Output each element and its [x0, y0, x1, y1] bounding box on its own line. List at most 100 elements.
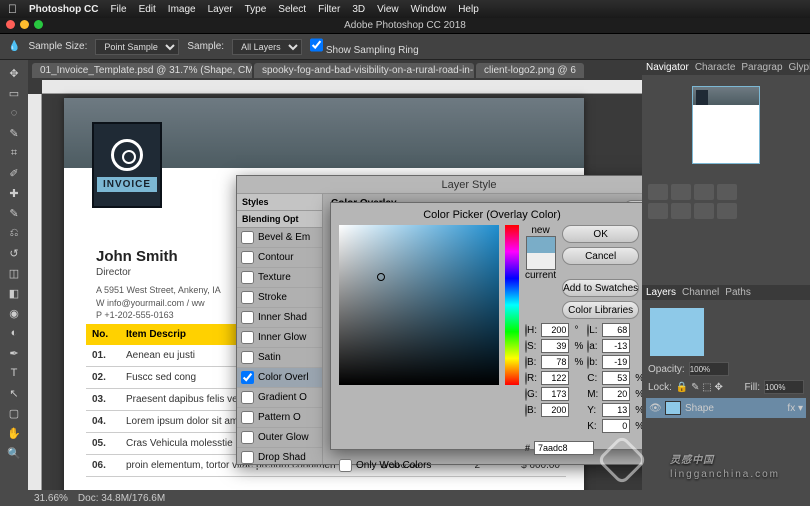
blur-tool-icon[interactable]: ◉	[4, 304, 24, 322]
adj-icon[interactable]	[648, 184, 668, 200]
menu-app[interactable]: Photoshop CC	[29, 4, 98, 15]
opacity-input[interactable]	[689, 362, 729, 376]
pen-tool-icon[interactable]: ✒	[4, 344, 24, 362]
only-web-colors-checkbox[interactable]: Only Web Colors	[339, 459, 642, 472]
ls-option[interactable]: Outer Glow	[237, 428, 322, 448]
paragraph-tab[interactable]: Paragrap	[741, 62, 782, 73]
blue-input[interactable]	[541, 403, 569, 417]
menu-edit[interactable]: Edit	[139, 4, 156, 15]
l-radio[interactable]	[587, 324, 589, 337]
eyedropper-tool-icon[interactable]: 💧	[8, 41, 20, 52]
fill-input[interactable]	[764, 380, 804, 394]
layer-row-shape[interactable]: 👁 Shape fx ▾	[646, 398, 806, 418]
rectangle-tool-icon[interactable]: ▢	[4, 404, 24, 422]
ls-option[interactable]: Contour	[237, 248, 322, 268]
menu-file[interactable]: File	[110, 4, 126, 15]
c-input[interactable]	[602, 371, 630, 385]
s-input[interactable]	[541, 339, 569, 353]
character-tab[interactable]: Characte	[695, 62, 736, 73]
b-radio[interactable]	[525, 356, 527, 369]
healing-tool-icon[interactable]: ✚	[4, 184, 24, 202]
ls-option[interactable]: Gradient O	[237, 388, 322, 408]
ls-option[interactable]: Texture	[237, 268, 322, 288]
channels-tab[interactable]: Channel	[682, 287, 719, 298]
bv-radio[interactable]	[525, 404, 527, 417]
sample-size-select[interactable]: Point Sample	[95, 39, 179, 55]
type-tool-icon[interactable]: T	[4, 364, 24, 382]
apple-menu-icon[interactable]: 	[8, 2, 17, 16]
paths-tab[interactable]: Paths	[725, 287, 751, 298]
color-field[interactable]	[339, 225, 499, 385]
zoom-readout[interactable]: 31.66%	[34, 493, 68, 504]
visibility-eye-icon[interactable]: 👁	[649, 403, 661, 414]
hue-slider[interactable]	[505, 225, 519, 385]
menu-help[interactable]: Help	[458, 4, 479, 15]
history-brush-tool-icon[interactable]: ↺	[4, 244, 24, 262]
cp-ok-button[interactable]: OK	[562, 225, 639, 243]
hex-input[interactable]	[534, 441, 594, 455]
adj-icon[interactable]	[671, 203, 691, 219]
menu-type[interactable]: Type	[245, 4, 267, 15]
y-input[interactable]	[602, 403, 630, 417]
menu-window[interactable]: Window	[411, 4, 447, 15]
b2-input[interactable]	[602, 355, 630, 369]
dodge-tool-icon[interactable]: ◐	[4, 324, 24, 342]
adj-icon[interactable]	[717, 184, 737, 200]
navigator-tab[interactable]: Navigator	[646, 62, 689, 73]
close-window-icon[interactable]	[6, 20, 15, 29]
glyphs-tab[interactable]: Glyphs	[789, 62, 810, 73]
show-sampling-ring-checkbox[interactable]: Show Sampling Ring	[310, 37, 419, 56]
r-radio[interactable]	[525, 372, 527, 385]
crop-tool-icon[interactable]: ⌗	[4, 144, 24, 162]
ls-option[interactable]: Pattern O	[237, 408, 322, 428]
adj-icon[interactable]	[694, 203, 714, 219]
color-cursor-icon[interactable]	[377, 273, 385, 281]
k-input[interactable]	[602, 419, 630, 433]
lasso-tool-icon[interactable]: ◌	[4, 104, 24, 122]
color-picker-dialog[interactable]: Color Picker (Overlay Color) new current…	[330, 202, 642, 450]
menu-layer[interactable]: Layer	[208, 4, 233, 15]
ls-option[interactable]: Stroke	[237, 288, 322, 308]
ls-option[interactable]: Inner Shad	[237, 308, 322, 328]
h-input[interactable]	[541, 323, 569, 337]
bright-input[interactable]	[541, 355, 569, 369]
ls-option[interactable]: Satin	[237, 348, 322, 368]
l-input[interactable]	[602, 323, 630, 337]
cp-add-swatches-button[interactable]: Add to Swatches	[562, 279, 639, 297]
a-radio[interactable]	[587, 340, 589, 353]
navigator-panel[interactable]	[642, 75, 810, 175]
cp-color-libraries-button[interactable]: Color Libraries	[562, 301, 639, 319]
ls-option[interactable]: Color Overl	[237, 368, 322, 388]
m-input[interactable]	[602, 387, 630, 401]
brush-tool-icon[interactable]: ✎	[4, 204, 24, 222]
quick-select-tool-icon[interactable]: ✎	[4, 124, 24, 142]
menu-filter[interactable]: Filter	[318, 4, 340, 15]
zoom-window-icon[interactable]	[34, 20, 43, 29]
zoom-tool-icon[interactable]: 🔍	[4, 444, 24, 462]
g-input[interactable]	[541, 387, 569, 401]
cp-cancel-button[interactable]: Cancel	[562, 247, 639, 265]
doc-tab-2[interactable]: spooky-fog-and-bad-visibility-on-a-rural…	[254, 63, 474, 78]
adj-icon[interactable]	[717, 203, 737, 219]
ls-option[interactable]: Inner Glow	[237, 328, 322, 348]
lock-icons[interactable]: 🔒 ✎ ⬚ ✥	[676, 382, 723, 393]
menu-select[interactable]: Select	[278, 4, 306, 15]
eyedropper-tool-icon[interactable]: ✐	[4, 164, 24, 182]
b2-radio[interactable]	[587, 356, 589, 369]
gradient-tool-icon[interactable]: ◧	[4, 284, 24, 302]
hand-tool-icon[interactable]: ✋	[4, 424, 24, 442]
adj-icon[interactable]	[694, 184, 714, 200]
layer-fx-icon[interactable]: fx ▾	[787, 403, 803, 414]
sample-layers-select[interactable]: All Layers	[232, 39, 302, 55]
minimize-window-icon[interactable]	[20, 20, 29, 29]
styles-header[interactable]: Styles	[237, 194, 322, 211]
adj-icon[interactable]	[648, 203, 668, 219]
a-input[interactable]	[602, 339, 630, 353]
doc-tab-1[interactable]: 01_Invoice_Template.psd @ 31.7% (Shape, …	[32, 63, 252, 78]
eraser-tool-icon[interactable]: ◫	[4, 264, 24, 282]
doc-tab-3[interactable]: client-logo2.png @ 6	[476, 63, 584, 78]
path-select-tool-icon[interactable]: ↖	[4, 384, 24, 402]
navigator-preview[interactable]	[692, 86, 760, 164]
ls-option[interactable]: Bevel & Em	[237, 228, 322, 248]
layers-tab[interactable]: Layers	[646, 287, 676, 298]
